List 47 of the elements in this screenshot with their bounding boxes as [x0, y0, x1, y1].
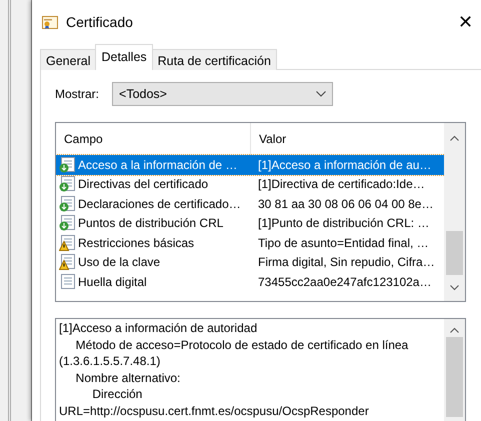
scrollbar-thumb[interactable] [446, 337, 463, 417]
list-row[interactable]: Uso de la clave Firma digital, Sin repudio, Cifra… [56, 252, 444, 272]
details-box[interactable] [55, 318, 466, 421]
list-row[interactable]: Acceso a la información de … [1]Acceso a información de au… [56, 155, 444, 174]
document-download-icon [59, 215, 75, 232]
document-download-icon [59, 196, 75, 212]
field-name: Directivas del certificado [78, 176, 208, 194]
show-dropdown[interactable]: <Todos> [112, 82, 334, 106]
list-row[interactable]: Huella digital 73455cc2aa0e247afc123102a… [56, 272, 444, 292]
list-row[interactable]: Puntos de distribución CRL [1]Punto de distribución CRL: … [56, 214, 444, 233]
field-name: Acceso a la información de … [78, 156, 238, 174]
field-value: 73455cc2aa0e247afc123102a… [257, 274, 432, 291]
certificate-icon [42, 16, 58, 28]
field-value: Firma digital, Sin repudio, Cifra… [257, 254, 435, 272]
chevron-down-icon [316, 91, 326, 97]
scrollbar-thumb[interactable] [446, 231, 463, 275]
column-header[interactable]: Valor [251, 123, 286, 155]
document-download-icon [59, 176, 75, 192]
list-row[interactable]: Restricciones básicas Tipo de asunto=Entidad final, … [56, 233, 444, 252]
field-value: 30 81 aa 30 08 06 06 04 00 8e… [257, 196, 434, 213]
field-value: Tipo de asunto=Entidad final, … [257, 234, 429, 252]
window-title: Certificado [66, 12, 133, 32]
document-download-icon [59, 156, 75, 173]
field-name: Restricciones básicas [78, 234, 194, 252]
document-warning-icon [59, 234, 75, 251]
field-name: Declaraciones de certificado… [78, 196, 241, 213]
document-warning-icon [59, 254, 75, 270]
scroll-up-icon[interactable] [450, 327, 459, 333]
field-name: Huella digital [78, 274, 147, 291]
close-button[interactable]: ✕ [452, 13, 479, 31]
list-row[interactable]: Declaraciones de certificado… 30 81 aa 30 08 06 06 04 00 8e… [56, 194, 444, 214]
field-name: Puntos de distribución CRL [78, 215, 224, 232]
scroll-up-icon[interactable] [450, 135, 459, 141]
field-value: [1]Acceso a información de au… [257, 156, 432, 174]
list-row[interactable]: Directivas del certificado [1]Directiva de certificado:Ide… [56, 174, 444, 194]
field-value: [1]Punto de distribución CRL: … [257, 215, 430, 232]
tab[interactable]: Detalles [95, 44, 153, 70]
show-label: Mostrar: [55, 86, 100, 103]
scrollbar[interactable] [444, 123, 465, 301]
document-icon [59, 274, 75, 290]
scrollbar[interactable] [444, 319, 465, 421]
details-text: [1]Acceso a información de autoridad Método de acceso=Protocolo de estado de certificado en línea (1.3.6.1.5.5.7.48.1) Nombre alternativo: Dirección URL=http://ocspusu.cert.fnmt.es/ocspusu/OcspResponder [58, 320, 410, 420]
tab[interactable]: Ruta de certificación [152, 49, 277, 70]
scroll-down-icon[interactable] [450, 285, 459, 291]
field-name: Uso de la clave [78, 254, 160, 272]
tab[interactable]: General [40, 49, 96, 70]
field-value: [1]Directiva de certificado:Ide… [257, 176, 425, 194]
